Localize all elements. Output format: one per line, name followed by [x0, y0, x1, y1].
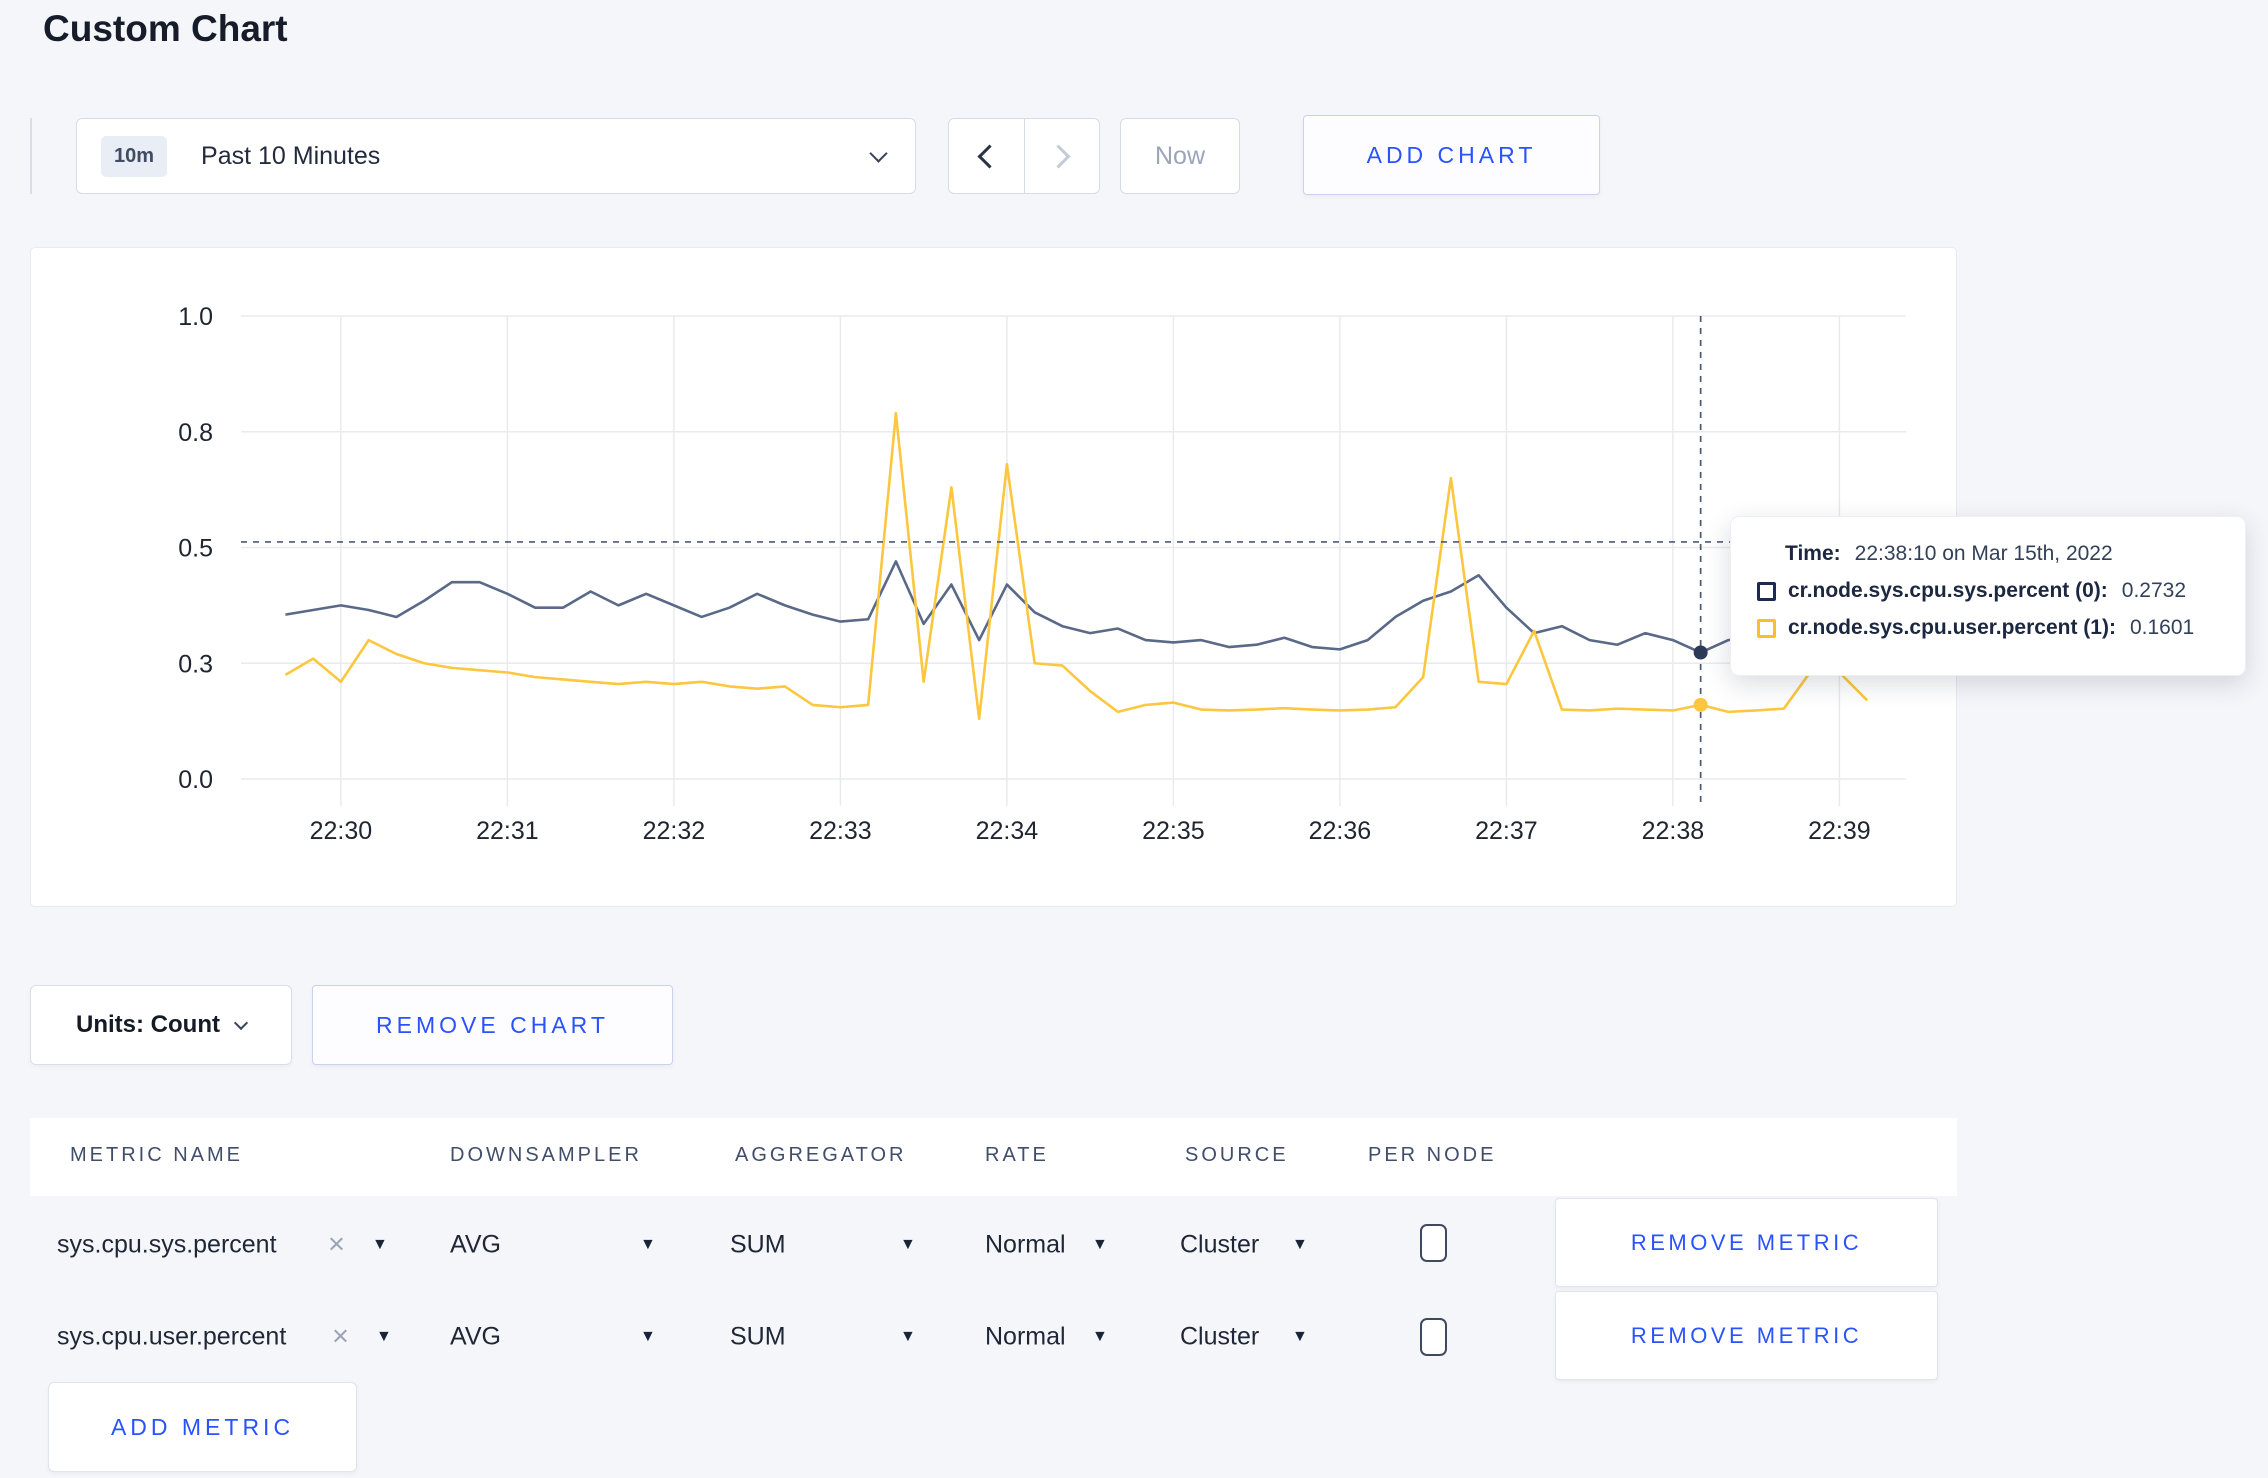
column-header-aggregator: AGGREGATOR: [735, 1144, 907, 1166]
timescale-divider: [30, 118, 32, 194]
clear-metric-icon[interactable]: ×: [332, 1321, 349, 1354]
source-select[interactable]: Cluster: [1180, 1323, 1259, 1352]
chevron-down-icon: [233, 1015, 249, 1031]
column-header-source: SOURCE: [1185, 1144, 1289, 1166]
svg-text:22:31: 22:31: [476, 817, 539, 845]
tooltip-series-value: 0.1601: [2129, 616, 2195, 639]
tooltip-time-value: 22:38:10 on Mar 15th, 2022: [1854, 542, 2113, 565]
tooltip-series-label: cr.node.sys.cpu.sys.percent (0):: [1788, 579, 2108, 602]
units-label: Units: Count: [76, 1011, 220, 1038]
svg-text:22:38: 22:38: [1642, 817, 1705, 845]
add-metric-button[interactable]: ADD METRIC: [48, 1382, 357, 1472]
caret-down-icon[interactable]: ▼: [1092, 1328, 1108, 1346]
metrics-table-header: METRIC NAME DOWNSAMPLER AGGREGATOR RATE …: [30, 1118, 1957, 1196]
remove-chart-button[interactable]: REMOVE CHART: [312, 985, 673, 1065]
time-range-label: Past 10 Minutes: [201, 141, 381, 170]
downsampler-select[interactable]: AVG: [450, 1231, 501, 1260]
svg-text:22:36: 22:36: [1309, 817, 1372, 845]
column-header-downsampler: DOWNSAMPLER: [450, 1144, 642, 1166]
caret-down-icon[interactable]: ▼: [640, 1328, 656, 1346]
per-node-checkbox[interactable]: [1420, 1224, 1447, 1262]
downsampler-select[interactable]: AVG: [450, 1323, 501, 1352]
caret-down-icon[interactable]: ▼: [900, 1236, 916, 1254]
series-color-swatch-icon: [1757, 581, 1776, 601]
next-time-button[interactable]: [1023, 119, 1100, 193]
chevron-down-icon: [869, 143, 888, 163]
aggregator-select[interactable]: SUM: [730, 1231, 786, 1260]
svg-text:22:33: 22:33: [809, 817, 872, 845]
time-range-badge: 10m: [101, 135, 168, 177]
tooltip-series-label: cr.node.sys.cpu.user.percent (1):: [1788, 616, 2116, 639]
caret-down-icon[interactable]: ▼: [372, 1236, 388, 1254]
column-header-per-node: PER NODE: [1368, 1144, 1497, 1166]
svg-text:0.8: 0.8: [178, 419, 213, 447]
tooltip-time-label: Time:: [1785, 542, 1841, 565]
tooltip-series-row: cr.node.sys.cpu.user.percent (1): 0.1601: [1757, 616, 2221, 640]
tooltip-series-value: 0.2732: [2121, 579, 2187, 602]
rate-select[interactable]: Normal: [985, 1323, 1066, 1352]
chevron-right-icon: [1046, 143, 1071, 169]
column-header-metric-name: METRIC NAME: [70, 1144, 243, 1166]
svg-text:22:35: 22:35: [1142, 817, 1205, 845]
svg-text:22:37: 22:37: [1475, 817, 1538, 845]
units-dropdown[interactable]: Units: Count: [30, 985, 292, 1065]
caret-down-icon[interactable]: ▼: [640, 1236, 656, 1254]
aggregator-select[interactable]: SUM: [730, 1323, 786, 1352]
svg-text:1.0: 1.0: [178, 303, 213, 331]
chevron-left-icon: [977, 143, 1002, 169]
time-pager: [948, 118, 1100, 194]
rate-select[interactable]: Normal: [985, 1231, 1066, 1260]
metric-name-select[interactable]: sys.cpu.user.percent: [57, 1323, 286, 1352]
remove-metric-button[interactable]: REMOVE METRIC: [1555, 1291, 1938, 1380]
caret-down-icon[interactable]: ▼: [1292, 1328, 1308, 1346]
column-header-rate: RATE: [985, 1144, 1049, 1166]
series-color-swatch-icon: [1757, 618, 1776, 638]
svg-text:22:30: 22:30: [310, 817, 373, 845]
svg-text:22:32: 22:32: [643, 817, 706, 845]
now-button[interactable]: Now: [1120, 118, 1240, 194]
svg-text:0.3: 0.3: [178, 650, 213, 678]
caret-down-icon[interactable]: ▼: [1292, 1236, 1308, 1254]
tooltip-series-row: cr.node.sys.cpu.sys.percent (0): 0.2732: [1757, 579, 2221, 603]
source-select[interactable]: Cluster: [1180, 1231, 1259, 1260]
line-chart[interactable]: 0.0 0.3 0.5 0.8 1.0 22:30 22:31 22:32 22:33 22:34…: [31, 248, 1956, 906]
caret-down-icon[interactable]: ▼: [1092, 1236, 1108, 1254]
chart-tooltip: Time: 22:38:10 on Mar 15th, 2022 cr.node…: [1730, 516, 2246, 676]
per-node-checkbox[interactable]: [1420, 1318, 1447, 1356]
add-chart-button[interactable]: ADD CHART: [1303, 115, 1600, 195]
svg-text:22:34: 22:34: [976, 817, 1039, 845]
metric-name-select[interactable]: sys.cpu.sys.percent: [57, 1231, 277, 1260]
remove-metric-button[interactable]: REMOVE METRIC: [1555, 1198, 1938, 1287]
time-range-dropdown[interactable]: 10m Past 10 Minutes: [76, 118, 916, 194]
svg-text:0.0: 0.0: [178, 766, 213, 794]
svg-text:0.5: 0.5: [178, 535, 213, 563]
caret-down-icon[interactable]: ▼: [900, 1328, 916, 1346]
caret-down-icon[interactable]: ▼: [376, 1328, 392, 1346]
svg-text:22:39: 22:39: [1808, 817, 1871, 845]
tooltip-time-row: Time: 22:38:10 on Mar 15th, 2022: [1757, 542, 2221, 566]
prev-time-button[interactable]: [949, 119, 1024, 193]
clear-metric-icon[interactable]: ×: [328, 1229, 345, 1262]
page-title: Custom Chart: [43, 8, 288, 49]
chart-card: 0.0 0.3 0.5 0.8 1.0 22:30 22:31 22:32 22:33 22:34…: [30, 247, 1957, 907]
